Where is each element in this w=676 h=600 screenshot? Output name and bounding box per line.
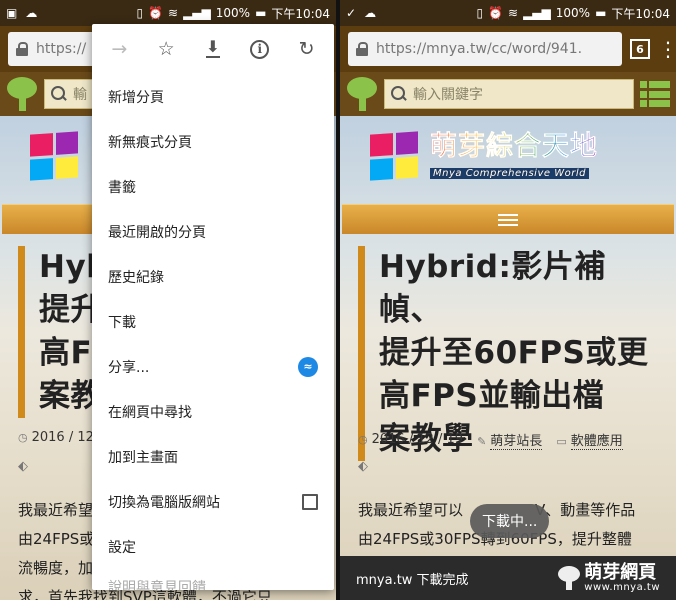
watermark-name: 萌芽網頁 — [584, 561, 657, 583]
browser-overflow-menu: → ☆ ⬇ i ↻ 新增分頁 新無痕式分頁 書籤 最近開啟的分頁 歷史紀錄 下載… — [92, 24, 334, 590]
tag-icon: ⬖ — [358, 459, 368, 474]
alarm-icon: ⏰ — [488, 6, 503, 20]
site-menu-icon[interactable] — [640, 79, 670, 109]
address-bar[interactable]: https://mnya.tw/cc/word/941. — [348, 32, 622, 66]
gallery-icon: ▣ — [6, 6, 18, 20]
post-date: 2016 / 12 / 19 — [371, 432, 464, 447]
tree-logo-icon[interactable] — [6, 77, 38, 111]
edit-icon: ✎ — [477, 435, 487, 448]
vibrate-icon: ▯ — [476, 6, 484, 20]
menu-item-history[interactable]: 歷史紀錄 — [92, 254, 334, 299]
battery-icon: ▬ — [255, 6, 267, 20]
article-title-line: Hybrid:影片補幀、 — [379, 249, 606, 328]
menu-item-desktop-site[interactable]: 切換為電腦版網站 — [92, 479, 334, 524]
download-icon[interactable]: ⬇ — [198, 34, 228, 64]
article-title-line: 高FPS並輸出檔 — [379, 378, 605, 414]
cloud-icon: ☁ — [25, 6, 38, 20]
status-bar: ▣ ☁ ▯ ⏰ ≋ ▂▄▆ 100% ▬ 下午10:04 — [0, 0, 336, 26]
url-text: https://mnya.tw/cc/word/941. — [376, 41, 583, 57]
desktop-site-checkbox[interactable] — [302, 493, 318, 510]
windows-logo-icon — [370, 131, 418, 181]
wifi-icon: ≋ — [508, 6, 519, 20]
menu-item-find-in-page[interactable]: 在網頁中尋找 — [92, 389, 334, 434]
messenger-icon[interactable]: ≈ — [298, 356, 318, 377]
search-icon — [51, 86, 67, 102]
forward-icon[interactable]: → — [104, 34, 134, 64]
tag-icon: ⬖ — [18, 459, 28, 474]
windows-logo-icon — [30, 131, 78, 181]
menu-item-bookmarks[interactable]: 書籤 — [92, 164, 334, 209]
alarm-icon: ⏰ — [148, 6, 163, 20]
menu-item-recent-tabs[interactable]: 最近開啟的分頁 — [92, 209, 334, 254]
folder-icon: ▭ — [556, 435, 567, 448]
menu-item-settings[interactable]: 設定 — [92, 524, 334, 569]
menu-item-downloads[interactable]: 下載 — [92, 299, 334, 344]
signal-icon: ▂▄▆ — [183, 6, 211, 20]
url-text: https:// — [36, 41, 87, 57]
watermark-tree-icon — [558, 566, 581, 590]
site-nav-band[interactable] — [342, 204, 674, 234]
more-options-icon[interactable]: ⋮ — [658, 39, 676, 59]
watermark-url: www.mnya.tw — [584, 581, 660, 593]
watermark: 萌芽網頁 www.mnya.tw — [558, 561, 660, 593]
tab-switcher-button[interactable]: 6 — [630, 39, 650, 59]
search-icon — [391, 86, 407, 102]
clock: 下午10:04 — [611, 6, 670, 21]
reload-icon[interactable]: ↻ — [292, 34, 322, 64]
status-bar: ✓ ☁ ▯ ⏰ ≋ ▂▄▆ 100% ▬ 下午10:04 — [340, 0, 676, 26]
site-header-bar: 輸入關鍵字 — [340, 72, 676, 116]
article-title-line: 提升至60FPS或更 — [379, 335, 649, 371]
menu-item-new-tab[interactable]: 新增分頁 — [92, 74, 334, 119]
info-icon[interactable]: i — [245, 34, 275, 64]
site-search-placeholder: 輸 — [73, 87, 87, 103]
author-link[interactable]: 萌芽站長 — [490, 434, 543, 450]
tree-logo-icon[interactable] — [346, 77, 378, 111]
star-icon[interactable]: ☆ — [151, 34, 181, 64]
lock-icon — [356, 42, 368, 56]
menu-list: 新增分頁 新無痕式分頁 書籤 最近開啟的分頁 歷史紀錄 下載 分享... ≈ 在網… — [92, 74, 334, 590]
lock-icon — [16, 42, 28, 56]
site-logo[interactable]: 萌芽綜合天地 Mnya Comprehensive World — [370, 128, 666, 184]
post-date: 2016 / 12 — [31, 430, 94, 445]
download-done-icon: ✓ — [346, 6, 357, 20]
download-complete-bar[interactable]: mnya.tw 下載完成 萌芽網頁 www.mnya.tw — [340, 556, 676, 600]
site-search-input[interactable]: 輸入關鍵字 — [384, 79, 634, 109]
battery-icon: ▬ — [595, 6, 607, 20]
hamburger-icon — [498, 213, 518, 226]
clock-icon: ◷ — [358, 433, 368, 446]
menu-item-share[interactable]: 分享... ≈ — [92, 344, 334, 389]
menu-item-add-to-home[interactable]: 加到主畫面 — [92, 434, 334, 479]
menu-item-help-feedback[interactable]: 說明與意見回饋 — [92, 569, 334, 590]
menu-item-new-incognito-tab[interactable]: 新無痕式分頁 — [92, 119, 334, 164]
article-meta: ◷ 2016 / 12 / 19 ✎ 萌芽站長 ▭ 軟體應用 — [358, 430, 668, 450]
right-phone-screen: ✓ ☁ ▯ ⏰ ≋ ▂▄▆ 100% ▬ 下午10:04 https://mny… — [340, 0, 676, 600]
menu-icon-row: → ☆ ⬇ i ↻ — [92, 24, 334, 74]
downloading-toast: 下載中... — [470, 504, 550, 538]
battery-percent: 100% — [555, 6, 591, 20]
signal-icon: ▂▄▆ — [523, 6, 551, 20]
clock-icon: ◷ — [18, 431, 28, 444]
cloud-icon: ☁ — [364, 6, 377, 20]
clock: 下午10:04 — [271, 6, 330, 21]
download-complete-text: mnya.tw 下載完成 — [356, 572, 469, 588]
category-link[interactable]: 軟體應用 — [570, 434, 623, 450]
article-title: Hybrid:影片補幀、 提升至60FPS或更 高FPS並輸出檔 案教學 — [358, 246, 662, 461]
vibrate-icon: ▯ — [136, 6, 144, 20]
left-phone-screen: ▣ ☁ ▯ ⏰ ≋ ▂▄▆ 100% ▬ 下午10:04 https:// 輸 — [0, 0, 336, 600]
site-title: 萌芽綜合天地 — [430, 130, 598, 162]
wifi-icon: ≋ — [168, 6, 179, 20]
battery-percent: 100% — [215, 6, 251, 20]
site-subtitle: Mnya Comprehensive World — [430, 168, 589, 180]
site-search-placeholder: 輸入關鍵字 — [413, 87, 483, 103]
browser-toolbar: https://mnya.tw/cc/word/941. 6 ⋮ — [340, 26, 676, 72]
